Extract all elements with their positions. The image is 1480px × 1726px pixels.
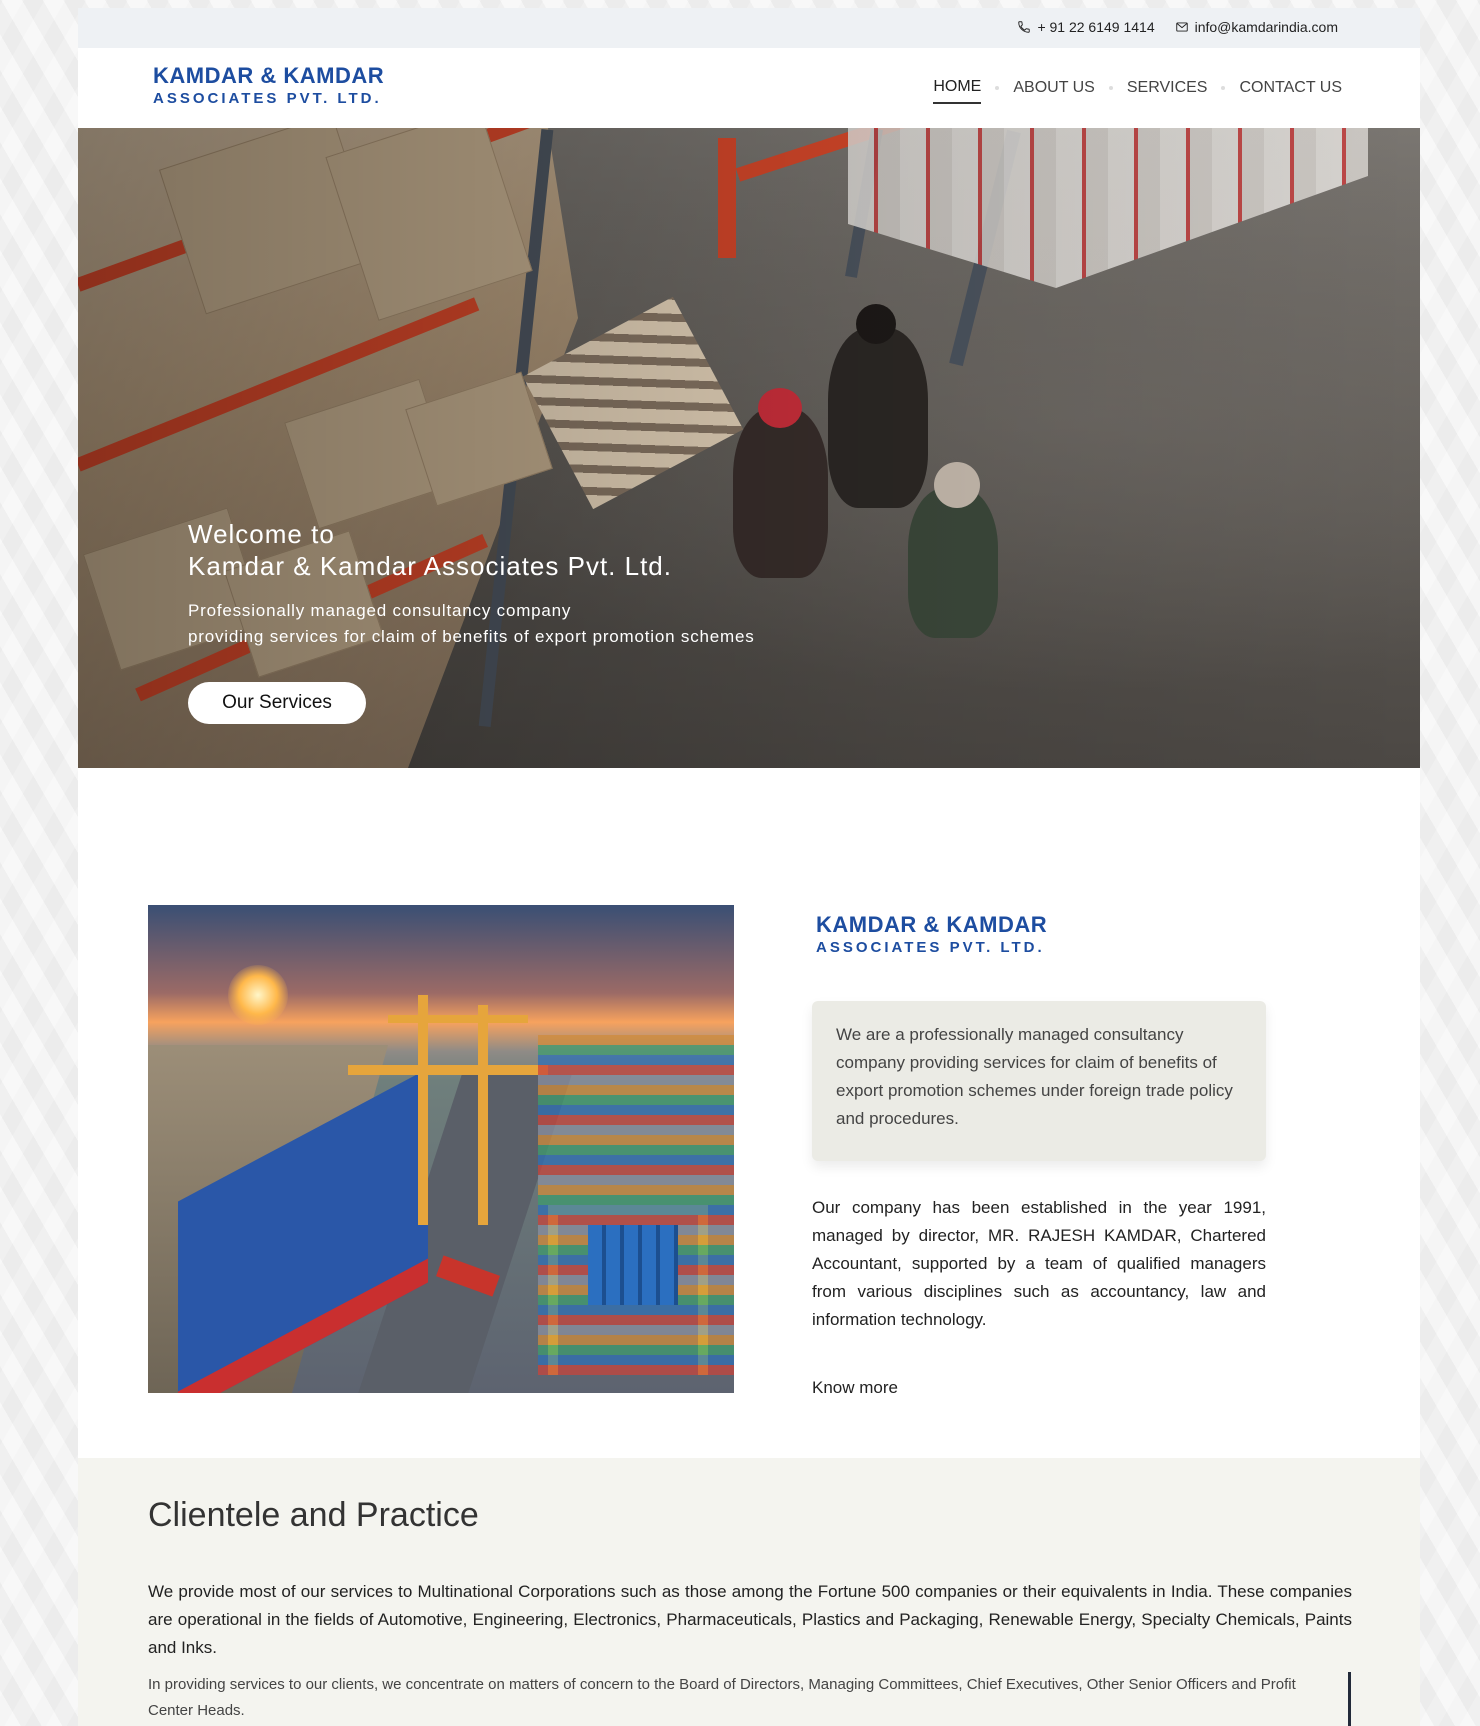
email-address: info@kamdarindia.com <box>1194 19 1338 35</box>
clientele-paragraph-2: In providing services to our clients, we… <box>148 1676 1296 1719</box>
phone-number: + 91 22 6149 1414 <box>1037 19 1155 35</box>
know-more-link[interactable]: Know more <box>812 1378 898 1398</box>
nav-separator <box>1221 86 1226 90</box>
phone-icon <box>1018 21 1031 33</box>
accent-bar <box>1348 1672 1351 1726</box>
nav-separator <box>1108 86 1113 90</box>
hero-subtitle-line-1: Professionally managed consultancy compa… <box>188 601 572 620</box>
email-contact[interactable]: info@kamdarindia.com <box>1175 19 1338 35</box>
nav-services[interactable]: SERVICES <box>1127 79 1208 103</box>
nav-about-us[interactable]: ABOUT US <box>1013 79 1095 103</box>
hero-text: Welcome to Kamdar & Kamdar Associates Pv… <box>188 518 755 650</box>
nav-separator <box>995 86 1000 90</box>
hero-title-line-2: Kamdar & Kamdar Associates Pvt. Ltd. <box>188 551 672 581</box>
main-nav: HOME ABOUT US SERVICES CONTACT US <box>933 78 1342 104</box>
nav-contact-us[interactable]: CONTACT US <box>1239 79 1342 103</box>
clientele-section: Clientele and Practice We provide most o… <box>78 1458 1420 1726</box>
clientele-paragraph-1: We provide most of our services to Multi… <box>148 1582 1352 1657</box>
top-bar: + 91 22 6149 1414 info@kamdarindia.com <box>78 8 1420 48</box>
logo-line-1: KAMDAR & KAMDAR <box>153 63 385 88</box>
nav-home[interactable]: HOME <box>933 78 982 104</box>
about-quote: We are a professionally managed consulta… <box>836 1025 1233 1128</box>
hero-title-line-1: Welcome to <box>188 519 335 549</box>
hero-banner: Welcome to Kamdar & Kamdar Associates Pv… <box>78 128 1420 768</box>
our-services-button[interactable]: Our Services <box>188 682 366 724</box>
hero-subtitle: Professionally managed consultancy compa… <box>188 598 755 650</box>
phone-contact[interactable]: + 91 22 6149 1414 <box>1017 19 1155 35</box>
hero-subtitle-line-2: providing services for claim of benefits… <box>188 627 755 646</box>
about-body: Our company has been established in the … <box>812 1198 1266 1329</box>
port-image <box>148 905 734 1393</box>
about-brand: KAMDAR & KAMDAR ASSOCIATES PVT. LTD. <box>816 912 1048 956</box>
contact-info: + 91 22 6149 1414 info@kamdarindia.com <box>1017 19 1338 35</box>
about-brand-line-2: ASSOCIATES PVT. LTD. <box>816 939 1045 956</box>
about-quote-box: We are a professionally managed consulta… <box>812 1001 1266 1161</box>
logo-line-2: ASSOCIATES PVT. LTD. <box>153 90 382 107</box>
mail-icon <box>1175 22 1188 32</box>
clientele-title: Clientele and Practice <box>148 1496 479 1534</box>
page: + 91 22 6149 1414 info@kamdarindia.com K… <box>78 8 1420 1726</box>
about-brand-line-1: KAMDAR & KAMDAR <box>816 912 1048 937</box>
site-logo[interactable]: KAMDAR & KAMDAR ASSOCIATES PVT. LTD. <box>153 63 385 107</box>
site-header: KAMDAR & KAMDAR ASSOCIATES PVT. LTD. HOM… <box>78 48 1420 129</box>
